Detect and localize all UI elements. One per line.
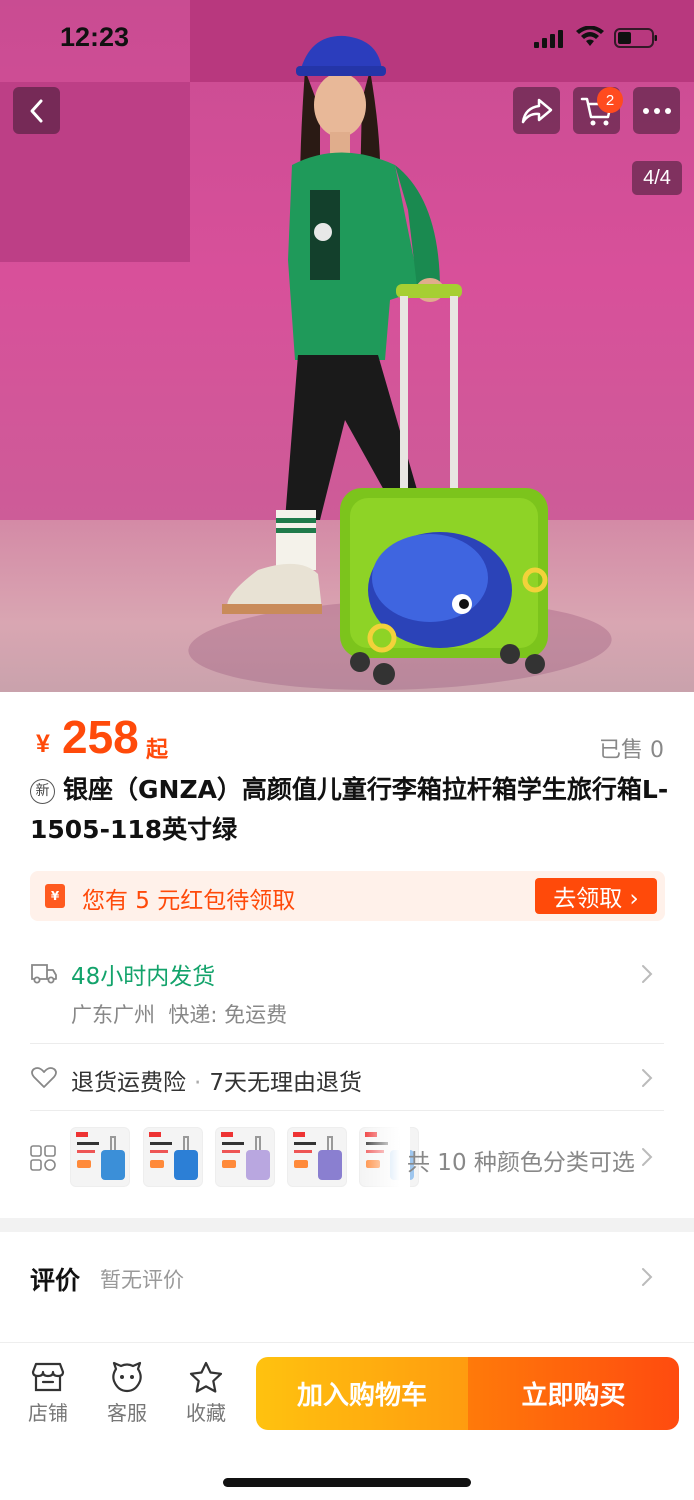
product-title-text: 银座（GNZA）高颜值儿童行李箱拉杆箱学生旅行箱L-1505-118英寸绿 (30, 775, 669, 844)
image-page-indicator: 4/4 (632, 161, 682, 195)
thumb-logo (149, 1132, 161, 1137)
reviews-empty-text: 暂无评价 (100, 1268, 184, 1292)
customer-service-label: 客服 (107, 1401, 147, 1425)
signal-icon (534, 30, 563, 48)
thumb-text-line (222, 1150, 240, 1153)
sku-chevron-right-icon[interactable] (640, 1146, 654, 1168)
divider (30, 1110, 664, 1111)
product-image[interactable]: 12:23 2 4/4 (0, 0, 694, 692)
thumb-tag (222, 1160, 236, 1168)
delivery-truck-icon (31, 964, 57, 984)
status-time: 12:23 (60, 22, 130, 52)
add-to-cart-button[interactable]: 加入购物车 (256, 1357, 468, 1430)
share-icon (521, 98, 552, 123)
thumb-tag (294, 1160, 308, 1168)
shipping-express: 快递: 免运费 (168, 1003, 288, 1027)
coupon-banner[interactable]: ¥ 您有 5 元红包待领取 去领取 › (30, 871, 665, 921)
new-tag-icon: 新 (30, 779, 55, 804)
claim-coupon-button[interactable]: 去领取 › (535, 878, 657, 914)
sku-summary: 共 10 种颜色分类可选 (407, 1150, 635, 1176)
sold-count: 已售 0 (599, 738, 664, 763)
shipping-time: 48小时内发货 (71, 964, 216, 990)
heart-icon (31, 1067, 57, 1088)
home-indicator (223, 1478, 471, 1487)
thumb-logo (293, 1132, 305, 1137)
favorite-label: 收藏 (186, 1401, 226, 1425)
thumb-text-line (77, 1150, 95, 1153)
customer-service-icon (112, 1361, 142, 1393)
thumb-logo (76, 1132, 88, 1137)
return-shipping-insurance: 退货运费险 (71, 1070, 186, 1096)
shipping-chevron-right-icon[interactable] (640, 963, 654, 985)
price-row: ¥ 258 起 已售 0 (30, 708, 670, 768)
store-icon (31, 1362, 65, 1392)
divider (30, 1043, 664, 1044)
service-separator: · (194, 1070, 202, 1096)
sku-fade-overlay (360, 1125, 410, 1189)
sku-thumbnail[interactable] (287, 1127, 347, 1187)
favorite-tab[interactable]: 收藏 (176, 1361, 236, 1426)
star-icon (189, 1361, 223, 1393)
thumb-suitcase (101, 1150, 125, 1180)
thumb-text-line (77, 1142, 99, 1145)
more-button[interactable] (633, 87, 680, 134)
store-label: 店铺 (28, 1401, 68, 1425)
wifi-icon (576, 26, 604, 46)
back-button[interactable] (13, 87, 60, 134)
thumb-suitcase (318, 1150, 342, 1180)
shipping-origin: 广东广州 快递: 免运费 (71, 999, 287, 1029)
shipping-origin-city: 广东广州 (71, 1003, 155, 1027)
red-envelope-icon: ¥ (45, 884, 65, 908)
buy-now-button[interactable]: 立即购买 (468, 1357, 679, 1430)
battery-icon (614, 28, 657, 48)
sku-thumbnail[interactable] (143, 1127, 203, 1187)
thumb-text-line (294, 1150, 312, 1153)
sku-selector[interactable]: 共 10 种颜色分类可选 (30, 1125, 670, 1189)
sku-thumbnail[interactable] (70, 1127, 130, 1187)
price-value: 258 (62, 711, 139, 763)
thumb-tag (77, 1160, 91, 1168)
service-chevron-right-icon[interactable] (640, 1067, 654, 1089)
price-suffix: 起 (146, 738, 169, 763)
thumb-text-line (294, 1142, 316, 1145)
store-tab[interactable]: 店铺 (18, 1361, 78, 1426)
chevron-left-icon (30, 99, 42, 122)
thumb-text-line (150, 1150, 168, 1153)
thumb-text-line (222, 1142, 244, 1145)
price-currency: ¥ (36, 730, 50, 758)
coupon-text: 您有 5 元红包待领取 (82, 888, 296, 914)
reviews-label: 评价 (30, 1266, 81, 1295)
product-title: 新银座（GNZA）高颜值儿童行李箱拉杆箱学生旅行箱L-1505-118英寸绿 (30, 770, 670, 850)
customer-service-tab[interactable]: 客服 (97, 1361, 157, 1426)
reviews-chevron-right-icon[interactable] (640, 1266, 654, 1288)
red-envelope-icon-text: ¥ (50, 889, 60, 903)
cart-count-badge: 2 (597, 87, 623, 113)
section-gap (0, 1218, 694, 1232)
thumb-tag (150, 1160, 164, 1168)
thumb-suitcase (246, 1150, 270, 1180)
sku-thumbnail[interactable] (215, 1127, 275, 1187)
status-bar: 12:23 (0, 0, 694, 76)
thumb-text-line (150, 1142, 172, 1145)
service-guarantees[interactable]: 退货运费险 · 7天无理由退货 (71, 1063, 362, 1097)
share-button[interactable] (513, 87, 560, 134)
more-dots-icon (642, 107, 671, 114)
thumb-suitcase (174, 1150, 198, 1180)
seven-day-return: 7天无理由退货 (209, 1070, 362, 1096)
thumb-logo (221, 1132, 233, 1137)
bottom-action-bar: 店铺 客服 收藏 加入购物车 立即购买 (0, 1342, 694, 1500)
